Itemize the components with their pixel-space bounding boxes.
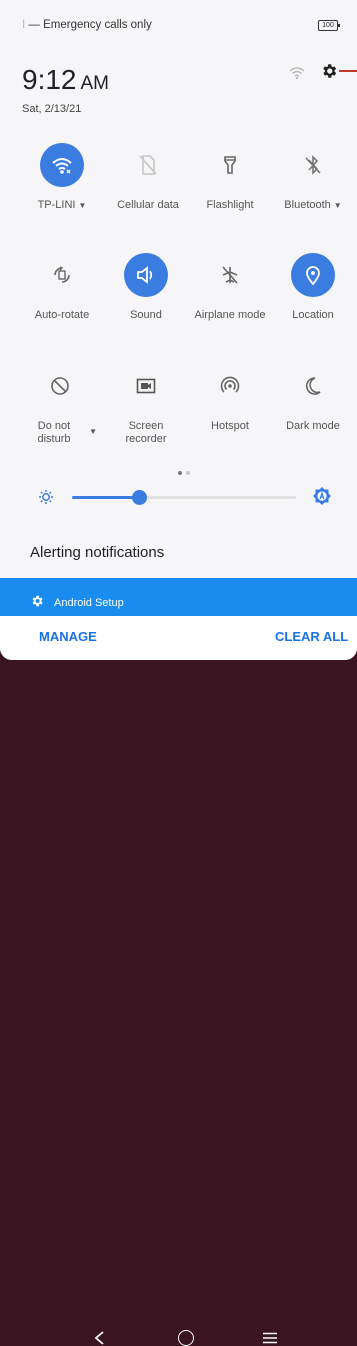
tile-label: Dark mode	[286, 420, 340, 432]
clock: 9:12 AM	[22, 64, 109, 96]
tile-label: Do not disturb	[37, 420, 71, 445]
quick-settings-panel: I — Emergency calls only 100 9:12 AM Sat,…	[0, 0, 357, 660]
location-icon	[306, 266, 320, 285]
rotate-icon	[54, 266, 70, 283]
auto-brightness-icon[interactable]	[312, 486, 332, 506]
status-indicator: I	[22, 19, 26, 31]
tile-flashlight[interactable]: Flashlight	[185, 143, 275, 212]
gear-icon	[32, 595, 43, 607]
brightness-slider[interactable]	[72, 490, 296, 505]
carrier-text: — Emergency calls only	[28, 19, 152, 31]
tile-label: Cellular data	[117, 199, 179, 211]
tile-label: Sound	[130, 309, 162, 321]
tile-screen-recorder[interactable]: Screen recorder	[101, 364, 191, 446]
annotation-line	[339, 70, 357, 72]
brightness-level	[72, 496, 140, 499]
do-not-disturb-icon	[51, 377, 69, 395]
status-bar: I — Emergency calls only 100	[0, 0, 357, 50]
volume-icon	[137, 266, 153, 284]
page-dot	[178, 471, 182, 475]
gear-icon[interactable]	[320, 62, 338, 80]
moon-icon	[305, 377, 321, 395]
tile-label: Flashlight	[206, 199, 254, 211]
tile-label: Bluetooth	[284, 199, 331, 211]
tile-location[interactable]: Location	[268, 253, 357, 322]
dropdown-icon[interactable]: ▼	[334, 201, 342, 210]
navigation-bar	[0, 660, 357, 1346]
clock-ampm: AM	[80, 73, 110, 94]
back-icon[interactable]	[92, 1330, 106, 1346]
hotspot-icon	[220, 376, 240, 393]
page-dot	[186, 471, 190, 475]
tile-bluetooth[interactable]: Bluetooth ▼	[268, 143, 357, 212]
tile-wifi[interactable]: TP-LINI ▼	[17, 143, 107, 212]
tile-hotspot[interactable]: Hotspot	[185, 364, 275, 433]
menu-icon[interactable]	[262, 1332, 278, 1344]
notification-app-name: Android Setup	[54, 597, 124, 609]
screen-recorder-icon	[136, 378, 156, 394]
flashlight-icon	[224, 156, 236, 174]
tile-cellular-data[interactable]: Cellular data	[103, 143, 193, 212]
tile-sound[interactable]: Sound	[101, 253, 191, 322]
no-sim-icon	[139, 155, 157, 175]
tile-airplane-mode[interactable]: Airplane mode	[185, 253, 275, 322]
tile-label: Location	[292, 309, 334, 321]
date-text: Sat, 2/13/21	[22, 103, 82, 115]
wifi-icon	[289, 67, 305, 80]
dropdown-icon[interactable]: ▼	[78, 201, 86, 210]
notifications-section-title: Alerting notifications	[30, 544, 165, 561]
tile-label: Screen recorder	[125, 420, 167, 445]
brightness-thumb[interactable]	[132, 490, 148, 505]
bluetooth-off-icon	[305, 155, 321, 175]
airplane-icon	[222, 266, 238, 284]
tile-label: TP-LINI	[37, 199, 76, 211]
clock-time: 9:12	[22, 64, 77, 95]
brightness-low-icon	[39, 490, 53, 504]
dropdown-icon[interactable]: ▼	[89, 425, 97, 438]
tile-label: Airplane mode	[194, 309, 266, 321]
tile-dark-mode[interactable]: Dark mode	[268, 364, 357, 433]
tile-label: Auto-rotate	[34, 309, 90, 321]
page-indicator	[176, 462, 192, 480]
tile-do-not-disturb[interactable]: Do not disturb ▼	[15, 364, 105, 446]
clear-all-button[interactable]: CLEAR ALL	[275, 629, 348, 644]
wifi-icon	[52, 158, 72, 174]
tile-auto-rotate[interactable]: Auto-rotate	[17, 253, 107, 322]
manage-button[interactable]: MANAGE	[39, 629, 97, 644]
tile-label: Hotspot	[211, 420, 249, 432]
home-icon[interactable]	[178, 1330, 194, 1346]
battery-icon: 100	[318, 20, 340, 31]
